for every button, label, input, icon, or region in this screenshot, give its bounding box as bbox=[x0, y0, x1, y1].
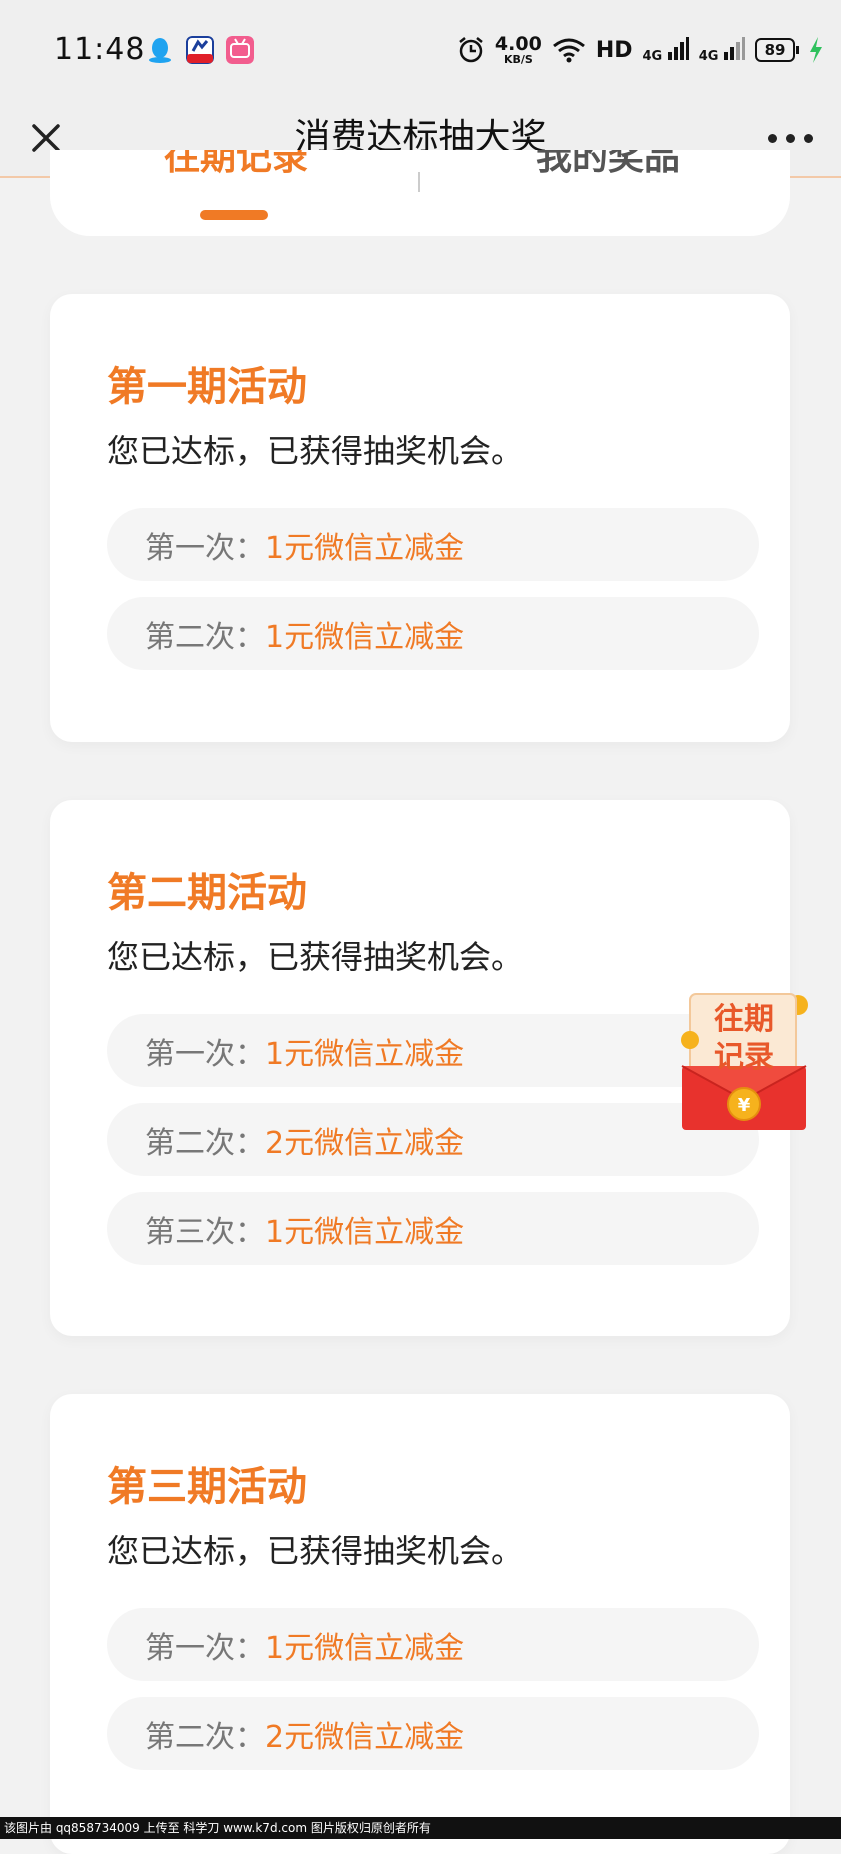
prize-value: 2元微信立减金 bbox=[265, 1719, 465, 1755]
charging-icon bbox=[810, 37, 822, 63]
prize-value: 1元微信立减金 bbox=[265, 1036, 465, 1072]
net-speed-value: 4.00 bbox=[494, 33, 542, 55]
signal-2-label: 4G bbox=[698, 49, 719, 64]
wifi-icon bbox=[552, 38, 585, 63]
svg-text:¥: ¥ bbox=[738, 1095, 751, 1116]
prize-row[interactable]: 第二次： 2元微信立减金 bbox=[107, 1103, 759, 1176]
prize-label: 第二次： bbox=[145, 1719, 265, 1755]
active-tab-indicator bbox=[200, 210, 268, 220]
bilibili-icon bbox=[226, 36, 254, 64]
prize-label: 第一次： bbox=[145, 530, 265, 566]
signal-icon bbox=[724, 37, 745, 60]
period-status: 您已达标，已获得抽奖机会。 bbox=[107, 1532, 524, 1570]
prize-label: 第二次： bbox=[145, 1125, 265, 1161]
prize-row[interactable]: 第三次： 1元微信立减金 bbox=[107, 1192, 759, 1265]
app-15-4-icon bbox=[186, 36, 214, 64]
prize-label: 第一次： bbox=[145, 1630, 265, 1666]
prize-row[interactable]: 第一次： 1元微信立减金 bbox=[107, 1608, 759, 1681]
more-icon[interactable] bbox=[768, 134, 813, 143]
prize-label: 第一次： bbox=[145, 1036, 265, 1072]
qq-penguin-icon bbox=[149, 38, 171, 63]
tab-my-prizes[interactable]: 我的奖品 bbox=[536, 150, 680, 180]
float-label-line2: 记录 bbox=[714, 1040, 774, 1075]
signal-1: 4G bbox=[643, 36, 689, 64]
period-status: 您已达标，已获得抽奖机会。 bbox=[107, 432, 524, 470]
status-time: 11:48 bbox=[54, 32, 146, 67]
status-right-group: 4.00 KB/S HD 4G 4G 89 bbox=[457, 28, 823, 72]
prize-row[interactable]: 第一次： 1元微信立减金 bbox=[107, 508, 759, 581]
float-label-line1: 往期 bbox=[714, 1002, 774, 1037]
signal-icon bbox=[667, 37, 689, 60]
alarm-icon bbox=[459, 37, 483, 63]
period-status: 您已达标，已获得抽奖机会。 bbox=[107, 938, 524, 976]
battery-level: 89 bbox=[755, 38, 795, 62]
period-card: 第一期活动 您已达标，已获得抽奖机会。 第一次： 1元微信立减金 第二次： 1元… bbox=[50, 294, 790, 742]
prize-value: 1元微信立减金 bbox=[265, 1630, 465, 1666]
prize-row[interactable]: 第一次： 1元微信立减金 bbox=[107, 1014, 759, 1087]
period-title: 第二期活动 bbox=[107, 870, 307, 916]
prize-row[interactable]: 第二次： 2元微信立减金 bbox=[107, 1697, 759, 1770]
prize-label: 第二次： bbox=[145, 619, 265, 655]
prize-value: 2元微信立减金 bbox=[265, 1125, 465, 1161]
status-bar: 11:48 4.00 KB/S HD 4G 4G 89 bbox=[0, 0, 841, 100]
signal-1-label: 4G bbox=[642, 49, 663, 64]
prize-row[interactable]: 第二次： 1元微信立减金 bbox=[107, 597, 759, 670]
tab-bar: 往期记录 我的奖品 bbox=[50, 150, 790, 236]
prize-value: 1元微信立减金 bbox=[265, 1214, 465, 1250]
hd-label: HD bbox=[595, 37, 633, 63]
battery-icon: 89 bbox=[755, 38, 799, 62]
prize-value: 1元微信立减金 bbox=[265, 619, 465, 655]
tab-past-records[interactable]: 往期记录 bbox=[164, 150, 308, 180]
tab-divider bbox=[418, 172, 420, 192]
net-speed-unit: KB/S bbox=[503, 53, 533, 66]
period-title: 第三期活动 bbox=[107, 1464, 307, 1510]
footer-watermark: 该图片由 qq858734009 上传至 科学刀 www.k7d.com 图片版… bbox=[0, 1817, 841, 1839]
prize-label: 第三次： bbox=[145, 1214, 265, 1250]
period-card: 第三期活动 您已达标，已获得抽奖机会。 第一次： 1元微信立减金 第二次： 2元… bbox=[50, 1394, 790, 1854]
signal-2: 4G bbox=[699, 36, 745, 64]
period-title: 第一期活动 bbox=[107, 364, 307, 410]
net-speed: 4.00 KB/S bbox=[494, 33, 542, 66]
past-records-float-button[interactable]: ¥ 往期 记录 bbox=[680, 992, 810, 1134]
prize-value: 1元微信立减金 bbox=[265, 530, 465, 566]
period-card: 第二期活动 您已达标，已获得抽奖机会。 第一次： 1元微信立减金 第二次： 2元… bbox=[50, 800, 790, 1336]
